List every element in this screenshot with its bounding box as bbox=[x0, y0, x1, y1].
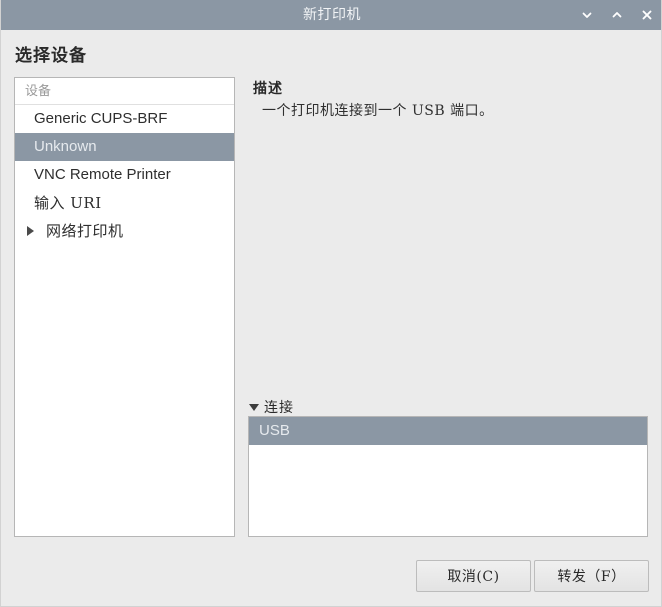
device-list-item-label: VNC Remote Printer bbox=[34, 166, 171, 183]
device-list-panel: 设备 Generic CUPS-BRF Unknown VNC Remote P… bbox=[14, 77, 235, 537]
device-list-column-header: 设备 bbox=[15, 78, 234, 105]
device-list-item-label: 输入 URI bbox=[34, 194, 102, 212]
device-list-body: Generic CUPS-BRF Unknown VNC Remote Prin… bbox=[15, 105, 234, 245]
cancel-button[interactable]: 取消(C) bbox=[416, 560, 531, 592]
window-controls bbox=[579, 0, 655, 30]
minimize-icon[interactable] bbox=[579, 7, 595, 23]
maximize-icon[interactable] bbox=[609, 7, 625, 23]
connection-expander[interactable]: 连接 bbox=[249, 397, 294, 417]
title-bar: 新打印机 bbox=[1, 0, 661, 30]
device-list-item-network-printer[interactable]: 网络打印机 bbox=[15, 217, 234, 245]
device-list-item-unknown[interactable]: Unknown bbox=[15, 133, 234, 161]
forward-button[interactable]: 转发（F） bbox=[534, 560, 649, 592]
device-list-item-vnc-remote-printer[interactable]: VNC Remote Printer bbox=[15, 161, 234, 189]
connection-label: 连接 bbox=[264, 400, 294, 416]
connection-list-panel: USB bbox=[248, 416, 648, 537]
connection-list-item-label: USB bbox=[259, 422, 290, 439]
description-title: 描述 bbox=[253, 81, 283, 97]
close-icon[interactable] bbox=[639, 7, 655, 23]
window-title: 新打印机 bbox=[303, 7, 361, 23]
connection-list-item-usb[interactable]: USB bbox=[249, 417, 647, 445]
device-list-item-label: Generic CUPS-BRF bbox=[34, 110, 168, 127]
dialog-footer: 取消(C) 转发（F） bbox=[1, 548, 661, 606]
new-printer-dialog: 新打印机 选择设备 设备 Generic CUPS-BRF Unknown VN… bbox=[0, 0, 662, 607]
chevron-right-icon[interactable] bbox=[27, 226, 34, 236]
device-list-item-generic-cups-brf[interactable]: Generic CUPS-BRF bbox=[15, 105, 234, 133]
device-list-item-label: 网络打印机 bbox=[46, 222, 124, 240]
device-list-item-enter-uri[interactable]: 输入 URI bbox=[15, 189, 234, 217]
page-title: 选择设备 bbox=[15, 46, 87, 66]
device-list-item-label: Unknown bbox=[34, 138, 97, 155]
description-text: 一个打印机连接到一个 USB 端口。 bbox=[262, 103, 494, 119]
chevron-down-icon bbox=[249, 403, 259, 411]
